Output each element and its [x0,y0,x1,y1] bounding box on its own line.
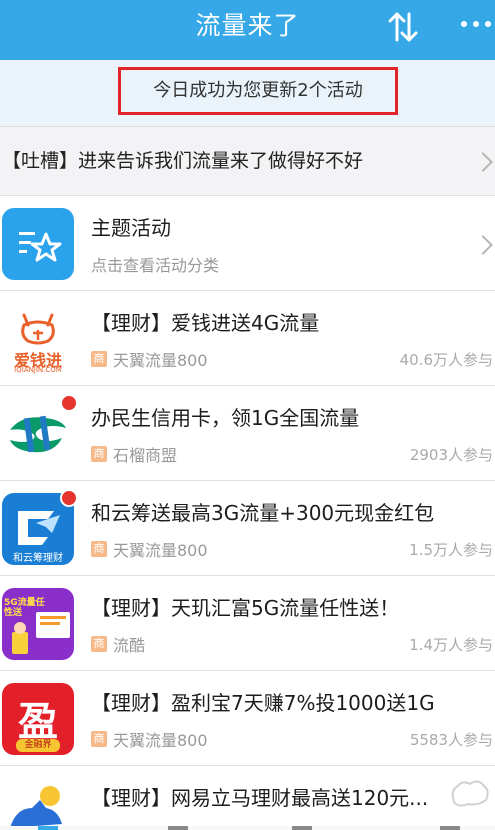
item-title: 【理财】爱钱进送4G流量 [91,311,320,335]
aiqianjin-logo-icon: 爱钱进 IQIANJIN.COM [2,303,74,375]
participant-count: 5583人参与 [409,731,493,749]
sort-arrows-icon [388,12,418,42]
participant-count: 40.6万人参与 [399,351,493,369]
item-source: 石榴商盟 [113,446,178,465]
merchant-tag: 商 [91,446,107,462]
item-title: 【理财】网易立马理财最高送120元... [91,786,429,810]
item-source: 天翼流量800 [113,541,208,560]
list-item[interactable]: 【理财】网易立马理财最高送120元... [0,766,495,830]
watermark-logo [444,776,494,813]
merchant-tag: 商 [91,636,107,652]
item-source: 天翼流量800 [113,731,208,750]
merchant-tag: 商 [91,731,107,747]
theme-title: 主题活动 [91,216,171,240]
list-item[interactable]: 办民生信用卡，领1G全国流量 商 石榴商盟 2903人参与 [0,386,495,481]
chevron-right-icon [473,152,493,172]
feedback-row[interactable]: 【吐槽】进来告诉我们流量来了做得好不好 [0,126,495,196]
nav-tab-home[interactable] [38,826,58,830]
logo-caption: 和云筹理财 [13,553,63,564]
more-dots-icon [461,21,491,27]
tianjihuifu-promo-icon: 5G流量任性送 [2,588,74,660]
sort-button[interactable] [386,8,420,46]
logo-caption: 5G流量任性送 [4,598,45,618]
list-item[interactable]: 爱钱进 IQIANJIN.COM 【理财】爱钱进送4G流量 商 天翼流量800 … [0,291,495,386]
new-badge [60,394,78,412]
participant-count: 2903人参与 [409,446,493,464]
item-title: 【理财】天玑汇富5G流量任性送！ [91,596,400,620]
yinglibao-logo-icon: 盈 金融界 [2,683,74,755]
item-title: 【理财】盈利宝7天赚7%投1000送1G [91,691,435,715]
notice-text: 今日成功为您更新2个活动 [153,80,363,101]
more-button[interactable] [456,8,495,46]
update-notice: 今日成功为您更新2个活动 [0,60,495,126]
merchant-tag: 商 [91,541,107,557]
nav-tab-4[interactable] [440,826,460,830]
list-item[interactable]: 盈 金融界 【理财】盈利宝7天赚7%投1000送1G 商 天翼流量800 558… [0,671,495,766]
notice-highlight-box: 今日成功为您更新2个活动 [118,67,398,115]
item-title: 办民生信用卡，领1G全国流量 [91,406,360,430]
new-badge [60,489,78,507]
merchant-tag: 商 [91,351,107,367]
logo-subcaption: IQIANJIN.COM [14,366,62,374]
feedback-text: 【吐槽】进来告诉我们流量来了做得好不好 [2,150,364,172]
theme-subtitle: 点击查看活动分类 [91,256,220,275]
bottom-nav [0,826,495,830]
participant-count: 1.5万人参与 [409,541,493,559]
participant-count: 1.4万人参与 [409,636,493,654]
nav-tab-3[interactable] [292,826,312,830]
logo-subcaption: 金融界 [16,739,60,752]
item-title: 和云筹送最高3G流量+300元现金红包 [91,501,435,525]
list-item[interactable]: 和云筹理财 和云筹送最高3G流量+300元现金红包 商 天翼流量800 1.5万… [0,481,495,576]
theme-activity-icon [2,208,74,280]
list-item[interactable]: 5G流量任性送 【理财】天玑汇富5G流量任性送！ 商 流酷 1.4万人参与 [0,576,495,671]
page-title: 流量来了 [195,11,300,40]
list-item-theme[interactable]: 主题活动 点击查看活动分类 [0,196,495,291]
item-source: 天翼流量800 [113,351,208,370]
item-source: 流酷 [113,636,146,655]
netease-horse-logo-icon [2,778,74,830]
nav-tab-2[interactable] [168,826,188,830]
chevron-right-icon [473,235,493,255]
app-header: 流量来了 [0,0,495,60]
